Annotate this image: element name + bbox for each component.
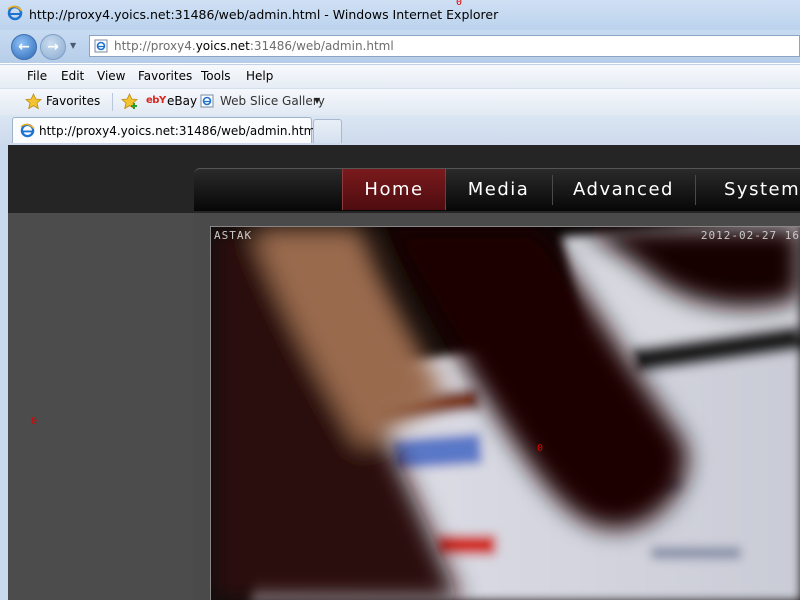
recent-pages-dropdown-icon[interactable]: ▼ [70,41,76,50]
menu-file[interactable]: File [27,69,47,83]
window-title: http://proxy4.yoics.net:31486/web/admin.… [29,7,499,22]
favorites-separator [112,93,113,111]
forward-arrow-icon: → [47,39,59,55]
web-slice-gallery-link[interactable]: Web Slice Gallery [220,94,325,108]
address-bar[interactable]: http://proxy4.yoics.net:31486/web/admin.… [89,35,800,57]
page-icon [94,39,108,56]
menu-favorites[interactable]: Favorites [138,69,192,83]
timestamp-overlay: 2012-02-27 16 [700,229,800,242]
left-panel [8,213,194,600]
window-title-bar: http://proxy4.yoics.net:31486/web/admin.… [0,0,800,30]
camera-video-feed[interactable]: ASTAK 2012-02-27 16 [210,226,800,600]
tab-label: http://proxy4.yoics.net:31486/web/admin.… [39,124,319,138]
nav-advanced[interactable]: Advanced [553,169,694,210]
favorites-star-icon [25,93,42,113]
web-slice-page-icon [200,94,214,111]
tab-active[interactable]: http://proxy4.yoics.net:31486/web/admin.… [12,117,319,143]
ebay-icon: ebY [146,95,166,106]
web-slice-dropdown-icon[interactable]: ▼ [314,96,320,105]
favorites-bar: Favorites ebY eBay Web Slice Gallery ▼ [0,88,800,116]
menu-view[interactable]: View [97,69,125,83]
nav-media[interactable]: Media [446,169,551,210]
menu-tools[interactable]: Tools [201,69,231,83]
video-image [211,227,800,600]
internet-explorer-icon [7,5,23,24]
back-arrow-icon: ← [18,39,30,55]
nav-home[interactable]: Home [342,169,446,210]
forward-button[interactable]: → [40,34,66,60]
add-favorite-icon[interactable] [121,93,139,113]
menu-edit[interactable]: Edit [61,69,84,83]
camera-name-overlay: ASTAK [214,229,253,242]
nav-system[interactable]: System [696,169,800,210]
window-frame-edge [0,145,8,600]
debug-marker-top: 0 [456,0,463,8]
tab-page-icon [20,123,35,141]
favorites-button[interactable]: Favorites [46,94,100,108]
menu-bar: File Edit View Favorites Tools Help [0,64,800,88]
debug-marker-left: 0 [31,416,38,427]
debug-marker-center: 0 [537,443,544,454]
ebay-link[interactable]: eBay [167,94,197,108]
address-url: http://proxy4.yoics.net:31486/web/admin.… [114,39,394,53]
back-button[interactable]: ← [11,34,37,60]
new-tab-button[interactable] [313,119,342,143]
menu-help[interactable]: Help [246,69,273,83]
